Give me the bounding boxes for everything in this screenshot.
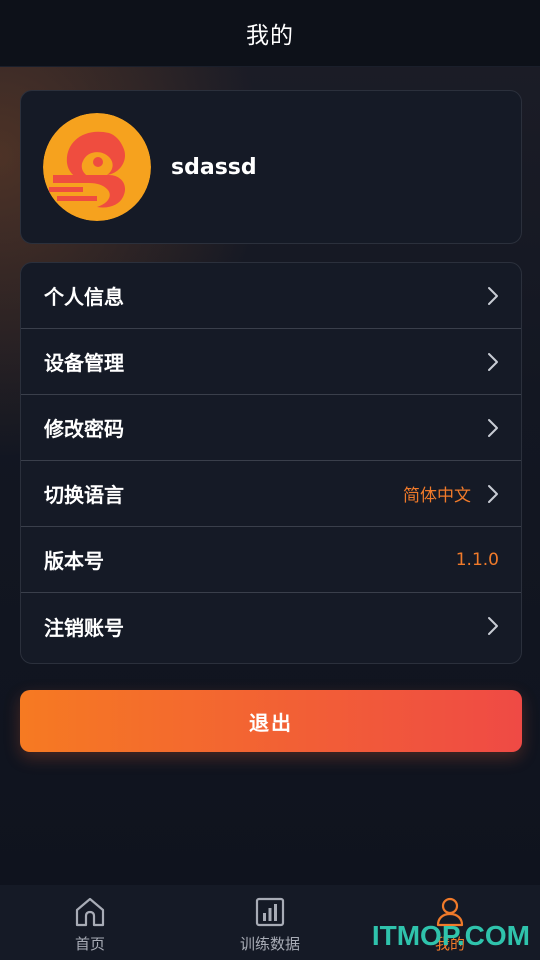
chevron-right-icon [488, 617, 498, 635]
page-title: 我的 [246, 23, 294, 49]
nav-label: 训练数据 [239, 935, 300, 953]
chevron-right-icon [488, 484, 498, 503]
menu-item-change-password[interactable]: 修改密码 [21, 395, 521, 461]
profile-card[interactable]: sdassd [20, 90, 522, 244]
menu-item-delete-account[interactable]: 注销账号 [21, 593, 521, 659]
chevron-right-icon [488, 286, 498, 305]
menu-item-label: 个人信息 [44, 285, 124, 309]
menu-item-label: 版本号 [44, 549, 104, 573]
menu-item-label: 修改密码 [44, 417, 124, 441]
version-value: 1.1.0 [455, 549, 499, 570]
watermark-text: ITMOP.COM [371, 920, 530, 951]
top-bar: 我的 [0, 0, 540, 67]
home-icon [75, 897, 105, 927]
menu-item-label: 设备管理 [44, 351, 124, 375]
chevron-right-icon [488, 352, 498, 371]
menu-item-switch-language[interactable]: 切换语言 简体中文 [21, 461, 521, 527]
menu-item-label: 切换语言 [44, 483, 124, 507]
username: sdassd [171, 154, 257, 180]
menu-item-label: 注销账号 [44, 615, 124, 640]
avatar[interactable] [43, 113, 151, 221]
current-language-value: 简体中文 [403, 486, 471, 506]
logout-button-label: 退出 [249, 710, 293, 735]
app-logo-icon [43, 113, 151, 221]
nav-label: 首页 [74, 935, 105, 953]
menu-item-version: 版本号 1.1.0 [21, 527, 521, 593]
settings-menu: 个人信息 设备管理 修改密码 切换语言 简体中文 版本号 1.1.0 注销账号 [20, 262, 522, 664]
menu-item-device-management[interactable]: 设备管理 [21, 329, 521, 395]
menu-item-personal-info[interactable]: 个人信息 [21, 263, 521, 329]
nav-item-home[interactable]: 首页 [0, 885, 180, 960]
logout-button[interactable]: 退出 [20, 690, 522, 752]
chevron-right-icon [488, 418, 498, 437]
bar-chart-icon [255, 897, 285, 927]
nav-item-training-data[interactable]: 训练数据 [180, 885, 360, 960]
